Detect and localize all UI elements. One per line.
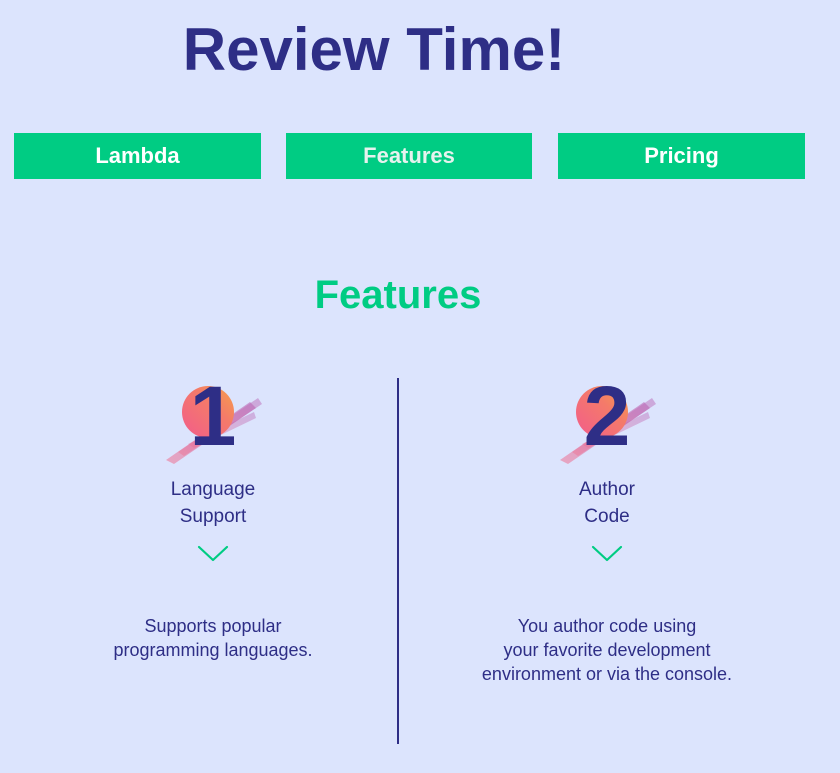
- feature-name-line: Author: [579, 479, 635, 500]
- feature-name: Language Support: [83, 476, 343, 530]
- feature-number: 2: [583, 369, 631, 463]
- section-title: Features: [314, 273, 482, 317]
- feature-name: Author Code: [476, 476, 738, 530]
- column-divider: [397, 378, 399, 744]
- feature-card-author-code: 2 Author Code You author code using your…: [476, 372, 738, 686]
- feature-number: 1: [189, 369, 237, 463]
- tab-features-label: Features: [363, 143, 455, 168]
- chevron-down-icon[interactable]: [196, 542, 230, 564]
- feature-name-line: Support: [179, 506, 247, 527]
- feature-description-line: Supports popular: [144, 616, 282, 636]
- feature-description: Supports popular programming languages.: [83, 614, 343, 662]
- feature-number-badge: 2: [552, 372, 662, 468]
- feature-number-badge: 1: [158, 372, 268, 468]
- page-title: Review Time!: [182, 16, 566, 83]
- chevron-down-icon[interactable]: [590, 542, 624, 564]
- feature-description-line: your favorite development: [503, 640, 711, 660]
- feature-description: You author code using your favorite deve…: [476, 614, 738, 686]
- tab-features[interactable]: Features: [286, 133, 532, 179]
- tab-pricing-label: Pricing: [644, 143, 719, 168]
- tab-lambda[interactable]: Lambda: [14, 133, 261, 179]
- tab-lambda-label: Lambda: [95, 143, 180, 168]
- feature-description-line: You author code using: [517, 616, 697, 636]
- feature-name-line: Code: [584, 506, 630, 527]
- tab-pricing[interactable]: Pricing: [558, 133, 805, 179]
- feature-name-line: Language: [170, 479, 256, 500]
- feature-description-line: environment or via the console.: [481, 664, 733, 684]
- feature-description-line: programming languages.: [113, 640, 313, 660]
- feature-card-language-support: 1 Language Support Supports popular prog…: [83, 372, 343, 662]
